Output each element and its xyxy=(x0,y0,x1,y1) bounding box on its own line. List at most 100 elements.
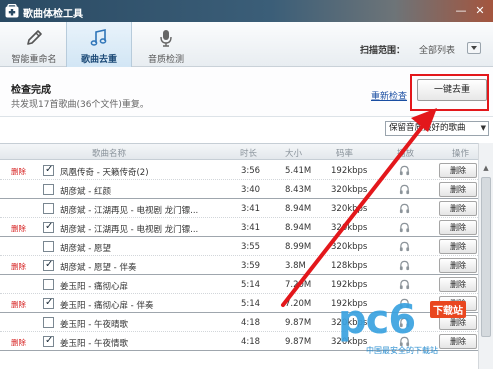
table-row: 删除 凤凰传奇 - 天籁传奇(2) 3:56 5.41M 192kbps 删除 xyxy=(0,161,478,180)
table-row: 删除 胡彦斌 - 江湖再见 - 电视剧 龙门镖... 3:41 8.94M 32… xyxy=(0,199,478,218)
row-delete-button[interactable]: 删除 xyxy=(439,277,477,292)
row-checkbox[interactable] xyxy=(43,297,54,309)
row-checkbox[interactable] xyxy=(43,279,54,290)
song-name: 胡彦斌 - 愿望 xyxy=(60,244,111,254)
song-name: 胡彦斌 - 江湖再见 - 电视剧 龙门镖... xyxy=(60,206,199,216)
row-checkbox[interactable] xyxy=(43,259,54,271)
chevron-down-icon: ▼ xyxy=(480,124,486,132)
row-checkbox[interactable] xyxy=(43,164,54,176)
row-checkbox[interactable] xyxy=(43,335,54,347)
table-row: 删除 胡彦斌 - 愿望 3:55 8.99M 320kbps 删除 xyxy=(0,237,478,256)
headphone-icon[interactable] xyxy=(399,165,410,176)
song-bitrate: 320kbps xyxy=(331,242,368,252)
headphone-icon[interactable] xyxy=(399,203,410,214)
delete-tag: 删除 xyxy=(11,262,26,271)
song-duration: 3:59 xyxy=(241,261,261,271)
status-summary: 共发现17首歌曲(36个文件)重复。 xyxy=(11,100,149,110)
song-size: 7.20M xyxy=(285,280,312,290)
delete-tag: 删除 xyxy=(11,167,26,176)
table-row: 删除 姜玉阳 - 痛彻心扉 5:14 7.20M 192kbps 删除 xyxy=(0,275,478,294)
column-header-size[interactable]: 大小 xyxy=(285,147,302,159)
song-duration: 5:14 xyxy=(241,280,261,290)
pencil-icon xyxy=(27,30,42,45)
row-checkbox[interactable] xyxy=(43,221,54,233)
column-header-duration[interactable]: 时长 xyxy=(240,147,257,159)
tab-song-dedupe[interactable]: 歌曲去重 xyxy=(66,22,132,67)
main-toolbar: 智能重命名 歌曲去重 音质检测 扫描范围： 全部列表 xyxy=(0,22,493,67)
song-name: 胡彦斌 - 愿望 - 伴奏 xyxy=(60,263,137,273)
row-delete-button[interactable]: 删除 xyxy=(439,220,477,235)
tab-smart-rename[interactable]: 智能重命名 xyxy=(2,22,66,67)
headphone-icon[interactable] xyxy=(399,241,410,252)
close-button[interactable]: ✕ xyxy=(472,3,488,18)
recheck-link[interactable]: 重新检查 xyxy=(371,89,407,102)
column-header-play: 播放 xyxy=(397,149,415,159)
row-delete-button[interactable]: 删除 xyxy=(439,182,477,197)
row-delete-button[interactable]: 删除 xyxy=(439,334,477,349)
song-size: 8.43M xyxy=(285,185,312,195)
delete-tag: 删除 xyxy=(11,300,26,309)
scan-range-value[interactable]: 全部列表 xyxy=(419,43,455,56)
song-name: 姜玉阳 - 午夜晴歌 xyxy=(60,320,128,330)
vertical-scrollbar[interactable]: ▲ xyxy=(478,143,493,369)
tab-quality-check[interactable]: 音质检测 xyxy=(134,22,198,67)
headphone-icon[interactable] xyxy=(399,184,410,195)
song-size: 8.94M xyxy=(285,223,312,233)
headphone-icon[interactable] xyxy=(399,317,410,328)
scroll-up-icon[interactable]: ▲ xyxy=(479,161,493,175)
song-name: 胡彦斌 - 江湖再见 - 电视剧 龙门镖... xyxy=(60,225,199,235)
song-duration: 3:40 xyxy=(241,185,261,195)
song-size: 5.41M xyxy=(285,166,312,176)
row-delete-button[interactable]: 删除 xyxy=(439,315,477,330)
scrollbar-thumb[interactable] xyxy=(481,177,491,337)
row-checkbox[interactable] xyxy=(43,203,54,214)
microphone-icon xyxy=(160,30,172,47)
row-delete-button[interactable]: 删除 xyxy=(439,296,477,311)
song-name: 胡彦斌 - 红颜 xyxy=(60,187,111,197)
song-duration: 5:14 xyxy=(241,299,261,309)
minimize-button[interactable]: — xyxy=(453,3,469,18)
song-bitrate: 128kbps xyxy=(331,261,368,271)
headphone-icon[interactable] xyxy=(399,336,410,347)
song-size: 9.87M xyxy=(285,337,312,347)
table-header: 歌曲名称 时长 大小 码率 播放 操作 xyxy=(0,143,478,160)
table-row: 删除 姜玉阳 - 午夜晴歌 4:18 9.87M 320kbps 删除 xyxy=(0,313,478,332)
column-header-bitrate[interactable]: 码率 xyxy=(336,147,353,159)
song-name: 姜玉阳 - 痛彻心扉 xyxy=(60,282,128,292)
headphone-icon[interactable] xyxy=(399,298,410,309)
music-note-icon xyxy=(90,29,107,46)
scan-range-label: 扫描范围： xyxy=(360,46,406,56)
song-bitrate: 320kbps xyxy=(331,337,368,347)
song-bitrate: 320kbps xyxy=(331,223,368,233)
headphone-icon[interactable] xyxy=(399,222,410,233)
headphone-icon[interactable] xyxy=(399,260,410,271)
song-name: 姜玉阳 - 午夜情歌 xyxy=(60,339,128,349)
table-row: 删除 姜玉阳 - 痛彻心扉 - 伴奏 5:14 7.20M 192kbps 删除 xyxy=(0,294,478,313)
row-delete-button[interactable]: 删除 xyxy=(439,258,477,273)
tab-label: 歌曲去重 xyxy=(80,55,117,65)
row-checkbox[interactable] xyxy=(43,317,54,328)
check-status-panel: 检查完成 共发现17首歌曲(36个文件)重复。 重新检查 一键去重 xyxy=(0,67,493,117)
song-bitrate: 320kbps xyxy=(331,318,368,328)
status-title: 检查完成 xyxy=(11,85,51,96)
song-size: 3.8M xyxy=(285,261,306,271)
row-checkbox[interactable] xyxy=(43,184,54,195)
row-delete-button[interactable]: 删除 xyxy=(439,239,477,254)
headphone-icon[interactable] xyxy=(399,279,410,290)
song-table: 删除 凤凰传奇 - 天籁传奇(2) 3:56 5.41M 192kbps 删除 … xyxy=(0,161,478,369)
column-header-action: 操作 xyxy=(452,149,470,159)
delete-tag: 删除 xyxy=(11,338,26,347)
one-click-dedupe-button[interactable]: 一键去重 xyxy=(417,79,487,101)
song-size: 8.94M xyxy=(285,204,312,214)
song-bitrate: 192kbps xyxy=(331,166,368,176)
row-checkbox[interactable] xyxy=(43,241,54,252)
app-title: 歌曲体检工具 xyxy=(23,9,83,20)
keep-strategy-select[interactable]: 保留音质最好的歌曲 ▼ xyxy=(385,121,489,136)
title-bar: 歌曲体检工具 — ✕ xyxy=(0,0,493,22)
keep-strategy-value: 保留音质最好的歌曲 xyxy=(389,123,466,133)
row-delete-button[interactable]: 删除 xyxy=(439,163,477,178)
scan-range-dropdown-icon[interactable] xyxy=(467,42,481,54)
song-name: 凤凰传奇 - 天籁传奇(2) xyxy=(60,168,149,178)
column-header-name[interactable]: 歌曲名称 xyxy=(92,147,126,159)
row-delete-button[interactable]: 删除 xyxy=(439,201,477,216)
